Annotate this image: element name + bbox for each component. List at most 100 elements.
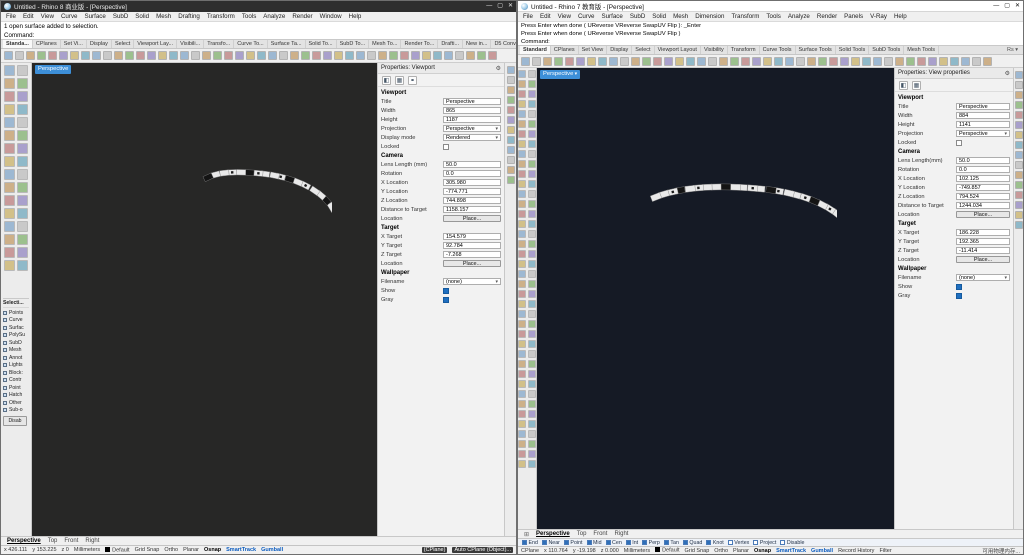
osnap-toggle[interactable]: Int [625,540,638,546]
tool-icon[interactable] [4,234,15,245]
tool-icon[interactable] [528,160,536,168]
perspective-viewport[interactable]: Perspective [537,68,894,529]
toolbar-icon[interactable] [136,51,145,60]
tool-icon[interactable] [17,247,28,258]
menu-item[interactable]: Help [893,13,908,20]
menu-item[interactable]: File [522,13,534,20]
tool-icon[interactable] [518,280,526,288]
display-mode-icon[interactable]: ▦ [912,80,921,90]
status-item[interactable]: y -19.198 [573,548,596,554]
menu-item[interactable]: Curve [60,13,79,20]
status-item[interactable]: Grid Snap [685,548,710,554]
toolbar-icon[interactable] [389,51,398,60]
status-item[interactable]: SmartTrack [226,547,256,553]
menu-item[interactable]: Tools [241,13,257,20]
menu-item[interactable]: Mesh [155,13,172,20]
property-input[interactable]: Perspective [956,103,1010,110]
tool-icon[interactable] [518,210,526,218]
status-item[interactable]: (CPlane) [421,547,448,553]
tool-icon[interactable] [528,440,536,448]
osnap-toggle[interactable]: Disable [780,540,804,546]
tool-icon[interactable] [518,190,526,198]
tool-icon[interactable] [518,240,526,248]
close-button[interactable]: ✕ [508,1,513,12]
maximize-button[interactable]: ▢ [1004,1,1010,11]
selection-filter-row[interactable]: Annot [3,354,29,362]
toolbar-tab[interactable]: Visibility [701,46,728,54]
property-input[interactable]: 102.125 [956,175,1010,182]
menu-item[interactable]: SubD [112,13,129,20]
toolbar-icon[interactable] [400,51,409,60]
selection-filter-row[interactable]: Lights [3,362,29,370]
menu-item[interactable]: Drafting [177,13,201,20]
toolbar-tab[interactable]: Curve Tools [760,46,796,54]
tool-icon[interactable] [528,330,536,338]
toolbar-icon[interactable] [191,51,200,60]
tool-icon[interactable] [528,300,536,308]
toolbar-tab[interactable]: Select [112,40,135,48]
menu-item[interactable]: Help [348,13,363,20]
dock-tab-icon[interactable] [1014,161,1023,169]
property-select[interactable]: (none) ▾ [443,278,501,285]
tool-icon[interactable] [528,290,536,298]
toolbar-icon[interactable] [323,51,332,60]
tool-icon[interactable] [528,280,536,288]
status-item[interactable]: Osnap [204,547,221,553]
tool-icon[interactable] [4,143,15,154]
menu-item[interactable]: Render [291,13,313,20]
checkbox-icon[interactable] [3,310,7,315]
selection-filter-row[interactable]: Block: [3,369,29,377]
tool-icon[interactable] [528,380,536,388]
tool-icon[interactable] [528,170,536,178]
property-select[interactable]: Perspective ▾ [443,125,501,132]
tool-icon[interactable] [528,130,536,138]
toolbar-icon[interactable] [246,51,255,60]
property-select[interactable]: Rendered ▾ [443,134,501,141]
selection-filter-row[interactable]: Hatch [3,392,29,400]
toolbar-tab[interactable]: Viewport Layout [655,46,701,54]
selection-filter-row[interactable]: Other [3,399,29,407]
checkbox[interactable] [443,143,501,150]
tool-icon[interactable] [17,234,28,245]
toolbar-icon[interactable] [807,56,816,66]
viewport-canvas[interactable] [537,68,837,218]
tool-icon[interactable] [17,221,28,232]
viewport-tab[interactable]: Front [593,531,607,537]
property-input[interactable]: -774.771 [443,188,501,195]
dock-tab-icon[interactable] [506,96,515,104]
menu-item[interactable]: Curve [577,13,596,20]
tool-icon[interactable] [518,160,526,168]
checkbox[interactable] [956,292,1010,299]
tool-icon[interactable] [518,400,526,408]
property-input[interactable]: -11.414 [956,247,1010,254]
selection-filter-row[interactable]: Sub-o [3,407,29,415]
tool-icon[interactable] [17,182,28,193]
toolbar-icon[interactable] [488,51,497,60]
tool-icon[interactable] [528,90,536,98]
toolbar-icon[interactable] [598,56,607,66]
tool-icon[interactable] [528,260,536,268]
toolbar-icon[interactable] [268,51,277,60]
dock-tab-icon[interactable] [506,126,515,134]
toolbar-icon[interactable] [587,56,596,66]
tool-icon[interactable] [528,110,536,118]
tool-icon[interactable] [518,380,526,388]
dock-tab-icon[interactable] [1014,121,1023,129]
checkbox-icon[interactable] [3,378,7,383]
tool-icon[interactable] [528,350,536,358]
menu-item[interactable]: Analyze [787,13,811,20]
dock-tab-icon[interactable] [1014,201,1023,209]
viewport-tab[interactable]: Right [614,531,628,537]
tool-icon[interactable] [518,430,526,438]
toolbar-icon[interactable] [576,56,585,66]
osnap-toggle[interactable]: Project [753,540,776,546]
tool-icon[interactable] [518,450,526,458]
osnap-toggle[interactable]: Mid [586,540,602,546]
toolbar-icon[interactable] [565,56,574,66]
status-item[interactable]: 可用物理内存... [982,547,1020,555]
tool-icon[interactable] [518,350,526,358]
checkbox[interactable] [443,296,501,303]
checkbox-icon[interactable] [3,393,7,398]
toolbar-tab[interactable]: SubD To... [337,40,370,48]
toolbar-icon[interactable] [125,51,134,60]
